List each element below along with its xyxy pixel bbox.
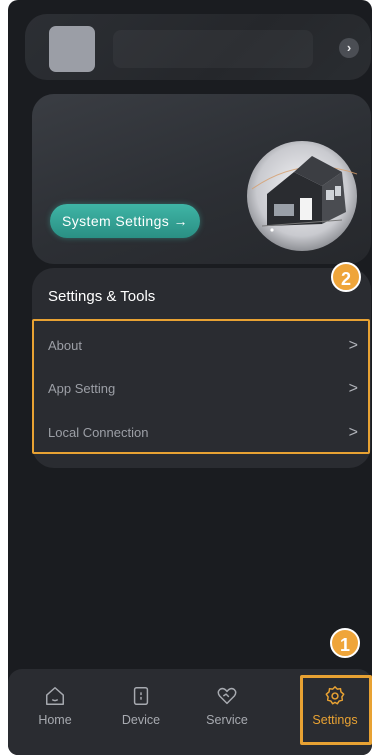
profile-card[interactable]: › <box>25 14 371 80</box>
home-icon <box>46 687 64 705</box>
section-title: Settings & Tools <box>48 288 156 305</box>
system-settings-button[interactable]: System Settings → <box>50 204 200 238</box>
tab-service[interactable]: Service <box>192 679 262 745</box>
tab-label: Service <box>206 713 248 727</box>
system-card: System Settings → <box>32 94 371 264</box>
tab-home[interactable]: Home <box>20 679 90 745</box>
tab-label: Device <box>121 713 161 727</box>
annotation-badge-1: 1 <box>330 628 360 658</box>
avatar <box>49 26 95 72</box>
chevron-right-icon[interactable]: › <box>339 38 359 58</box>
annotation-badge-2: 2 <box>331 262 361 292</box>
tab-label: Home <box>38 713 72 727</box>
chevron-right-icon: > <box>348 380 358 397</box>
menu-item-label: App Setting <box>48 381 116 396</box>
settings-tools-card: Settings & Tools About > App Setting > L… <box>32 268 371 468</box>
device-icon <box>133 687 149 705</box>
menu-item-about[interactable]: About > <box>48 332 358 360</box>
tab-highlight-box <box>300 675 372 745</box>
tab-device[interactable]: Device <box>106 679 176 745</box>
house-illustration-icon <box>247 141 358 251</box>
menu-item-label: Local Connection <box>48 425 149 440</box>
menu-item-local-connection[interactable]: Local Connection > <box>48 419 358 447</box>
profile-name-placeholder <box>113 30 313 68</box>
chevron-right-icon: > <box>348 424 358 441</box>
app-screen: › System Settings → Settings & Tools Abo… <box>8 0 372 755</box>
service-heart-icon <box>217 687 237 705</box>
menu-item-app-setting[interactable]: App Setting > <box>48 375 358 403</box>
menu-item-label: About <box>48 338 82 353</box>
chevron-right-icon: > <box>348 337 358 354</box>
